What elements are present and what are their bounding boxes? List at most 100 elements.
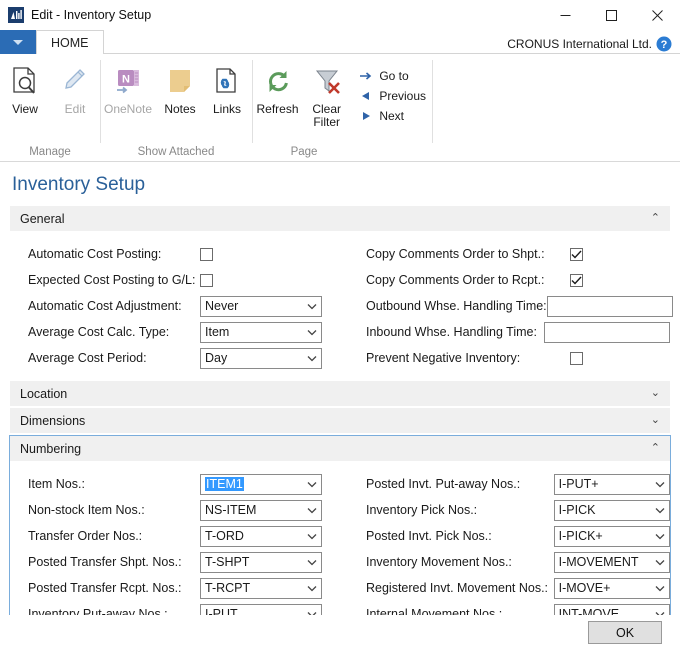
onenote-button[interactable]: N OneNote bbox=[100, 58, 156, 116]
page-nav-list: Go to Previous Next bbox=[350, 58, 432, 126]
field-inventory-pick-nos: Inventory Pick Nos.: I-PICK bbox=[348, 497, 670, 523]
view-document-search-icon bbox=[10, 64, 40, 100]
chevron-down-icon[interactable] bbox=[651, 481, 669, 488]
chevron-down-icon[interactable] bbox=[303, 559, 321, 566]
automatic-cost-posting-checkbox[interactable] bbox=[200, 247, 213, 261]
inventory-pick-nos-combo[interactable]: I-PICK bbox=[553, 499, 670, 521]
edit-button[interactable]: Edit bbox=[50, 58, 100, 116]
section-numbering-header[interactable]: Numbering ⌃ bbox=[10, 436, 670, 461]
field-label: Copy Comments Order to Shpt.: bbox=[366, 247, 545, 261]
combo-value: ITEM1 bbox=[205, 477, 244, 491]
outbound-whse-handling-time-input[interactable] bbox=[546, 295, 673, 317]
field-inbound-whse-handling-time: Inbound Whse. Handling Time: bbox=[348, 319, 670, 345]
section-dimensions-header[interactable]: Dimensions ⌄ bbox=[10, 408, 670, 433]
chevron-up-icon[interactable]: ⌃ bbox=[651, 443, 660, 454]
field-copy-comments-order-to-shpt: Copy Comments Order to Shpt.: bbox=[348, 241, 670, 267]
automatic-cost-adjustment-combo[interactable]: Never bbox=[200, 295, 322, 317]
chevron-down-icon[interactable] bbox=[303, 585, 321, 592]
chevron-down-icon[interactable] bbox=[303, 329, 321, 336]
chevron-down-icon[interactable] bbox=[303, 481, 321, 488]
field-label: Registered Invt. Movement Nos.: bbox=[366, 581, 549, 595]
refresh-button[interactable]: Refresh bbox=[252, 58, 303, 116]
title-bar: Edit - Inventory Setup bbox=[0, 0, 680, 30]
links-button-label: Links bbox=[212, 102, 241, 116]
onenote-button-label: OneNote bbox=[103, 102, 153, 116]
previous-button[interactable]: Previous bbox=[356, 86, 432, 106]
view-button[interactable]: View bbox=[0, 58, 50, 116]
next-label: Next bbox=[379, 109, 404, 123]
field-inventory-movement-nos: Inventory Movement Nos.: I-MOVEMENT bbox=[348, 549, 670, 575]
arrow-right-icon bbox=[358, 71, 374, 81]
chevron-down-icon[interactable]: ⌄ bbox=[651, 415, 660, 426]
field-label: Posted Invt. Pick Nos.: bbox=[366, 529, 492, 543]
minimize-button[interactable] bbox=[542, 0, 588, 30]
chevron-down-icon[interactable] bbox=[303, 507, 321, 514]
dynamics-nav-icon bbox=[8, 7, 24, 23]
field-posted-transfer-rcpt-nos: Posted Transfer Rcpt. Nos.: T-RCPT bbox=[10, 575, 340, 601]
chevron-down-icon[interactable] bbox=[651, 533, 669, 540]
registered-invt-movement-nos-combo[interactable]: I-MOVE+ bbox=[553, 577, 670, 599]
links-chain-icon bbox=[212, 64, 242, 100]
posted-transfer-shpt-nos-combo[interactable]: T-SHPT bbox=[200, 551, 322, 573]
combo-value: T-SHPT bbox=[205, 555, 250, 569]
dialog-footer: OK bbox=[0, 615, 680, 665]
item-nos-combo[interactable]: ITEM1 bbox=[200, 473, 322, 495]
section-general-label: General bbox=[20, 211, 65, 226]
transfer-order-nos-combo[interactable]: T-ORD bbox=[200, 525, 322, 547]
chevron-down-icon[interactable] bbox=[651, 585, 669, 592]
average-cost-period-combo[interactable]: Day bbox=[200, 347, 322, 369]
field-label: Copy Comments Order to Rcpt.: bbox=[366, 273, 545, 287]
ok-button[interactable]: OK bbox=[588, 621, 662, 644]
ribbon-tab-strip: HOME CRONUS International Ltd. ? bbox=[0, 30, 680, 54]
notes-button[interactable]: Notes bbox=[156, 58, 204, 116]
chevron-down-icon[interactable] bbox=[303, 355, 321, 362]
field-label: Transfer Order Nos.: bbox=[28, 529, 143, 543]
section-general: General ⌃ Automatic Cost Posting: Expect… bbox=[10, 206, 673, 379]
chevron-up-icon[interactable]: ⌃ bbox=[651, 213, 660, 224]
field-average-cost-period: Average Cost Period: Day bbox=[10, 345, 340, 371]
links-button[interactable]: Links bbox=[204, 58, 250, 116]
tab-home[interactable]: HOME bbox=[36, 30, 104, 54]
copy-comments-order-to-shpt-checkbox[interactable] bbox=[570, 247, 583, 261]
section-location-header[interactable]: Location ⌄ bbox=[10, 381, 670, 406]
clear-filter-button[interactable]: Clear Filter bbox=[303, 58, 350, 129]
copy-comments-order-to-rcpt-checkbox[interactable] bbox=[570, 273, 583, 287]
edit-pencil-icon bbox=[60, 64, 90, 100]
field-label: Posted Invt. Put-away Nos.: bbox=[366, 477, 521, 491]
section-general-body: Automatic Cost Posting: Expected Cost Po… bbox=[10, 231, 673, 379]
clear-filter-icon bbox=[312, 64, 342, 100]
section-numbering: Numbering ⌃ Item Nos.: ITEM1 Non-stock I… bbox=[9, 435, 671, 636]
chevron-down-icon[interactable] bbox=[303, 533, 321, 540]
expected-cost-posting-to-gl-checkbox[interactable] bbox=[200, 273, 213, 287]
posted-invt-pick-nos-combo[interactable]: I-PICK+ bbox=[553, 525, 670, 547]
field-label: Average Cost Calc. Type: bbox=[28, 325, 170, 339]
chevron-down-icon[interactable] bbox=[651, 559, 669, 566]
quick-access-dropdown-button[interactable] bbox=[0, 30, 36, 54]
prevent-negative-inventory-checkbox[interactable] bbox=[570, 351, 583, 365]
chevron-down-icon[interactable] bbox=[651, 507, 669, 514]
go-to-button[interactable]: Go to bbox=[356, 66, 432, 86]
svg-text:?: ? bbox=[661, 39, 668, 51]
field-expected-cost-posting-to-gl: Expected Cost Posting to G/L: bbox=[10, 267, 340, 293]
posted-transfer-rcpt-nos-combo[interactable]: T-RCPT bbox=[200, 577, 322, 599]
field-outbound-whse-handling-time: Outbound Whse. Handling Time: bbox=[348, 293, 673, 319]
close-button[interactable] bbox=[634, 0, 680, 30]
average-cost-calc-type-combo[interactable]: Item bbox=[200, 321, 322, 343]
chevron-down-icon[interactable] bbox=[303, 303, 321, 310]
section-general-header[interactable]: General ⌃ bbox=[10, 206, 670, 231]
help-icon[interactable]: ? bbox=[656, 36, 672, 52]
posted-invt-put-away-nos-combo[interactable]: I-PUT+ bbox=[553, 473, 670, 495]
non-stock-item-nos-combo[interactable]: NS-ITEM bbox=[200, 499, 322, 521]
section-dimensions-label: Dimensions bbox=[20, 413, 86, 428]
go-to-label: Go to bbox=[379, 69, 409, 83]
field-posted-transfer-shpt-nos: Posted Transfer Shpt. Nos.: T-SHPT bbox=[10, 549, 340, 575]
inventory-movement-nos-combo[interactable]: I-MOVEMENT bbox=[553, 551, 670, 573]
inbound-whse-handling-time-input[interactable] bbox=[544, 321, 670, 343]
numbering-left-column: Item Nos.: ITEM1 Non-stock Item Nos.: NS… bbox=[10, 471, 340, 627]
next-button[interactable]: Next bbox=[356, 106, 432, 126]
combo-value: T-ORD bbox=[205, 529, 244, 543]
combo-value: NS-ITEM bbox=[205, 503, 257, 517]
chevron-down-icon[interactable]: ⌄ bbox=[651, 388, 660, 399]
maximize-button[interactable] bbox=[588, 0, 634, 30]
field-average-cost-calc-type: Average Cost Calc. Type: Item bbox=[10, 319, 340, 345]
